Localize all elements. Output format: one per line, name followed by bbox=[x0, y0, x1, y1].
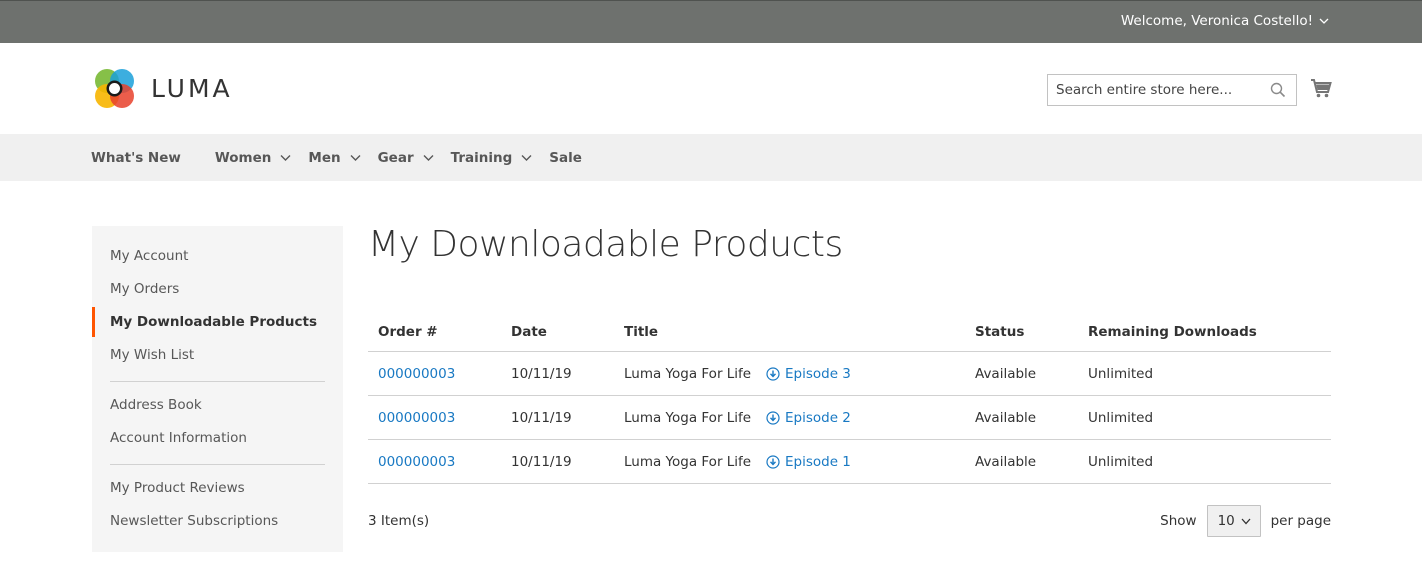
per-page-select[interactable]: 10 bbox=[1206, 505, 1261, 537]
sidebar-divider bbox=[110, 464, 325, 465]
show-label: Show bbox=[1160, 513, 1197, 529]
remaining-downloads: Unlimited bbox=[1088, 453, 1154, 470]
search-box bbox=[1047, 74, 1297, 106]
chevron-down-icon bbox=[521, 154, 532, 161]
logo[interactable]: LUMA bbox=[92, 66, 233, 111]
download-link-label: Episode 1 bbox=[785, 453, 851, 470]
download-status: Available bbox=[975, 453, 1037, 470]
column-header-remaining-downloads: Remaining Downloads bbox=[1088, 324, 1257, 340]
remaining-downloads: Unlimited bbox=[1088, 365, 1154, 382]
product-title: Luma Yoga For Life bbox=[624, 365, 752, 382]
nav-item-label: Sale bbox=[549, 149, 582, 166]
nav-item-label: Gear bbox=[377, 149, 414, 166]
sidebar-item-my-orders[interactable]: My Orders bbox=[92, 276, 343, 309]
sidebar-item-my-account[interactable]: My Account bbox=[92, 243, 343, 276]
download-link[interactable]: Episode 3 bbox=[766, 366, 851, 382]
pager-toolbar: 3 Item(s) Show 10 per page bbox=[368, 504, 1331, 538]
page-title: My Downloadable Products bbox=[368, 224, 843, 265]
table-header: Order # Date Title Status Remaining Down… bbox=[368, 311, 1331, 352]
chevron-down-icon bbox=[423, 154, 434, 161]
chevron-down-icon bbox=[350, 154, 361, 161]
nav-item-women[interactable]: Women bbox=[215, 150, 292, 166]
customer-welcome-menu[interactable]: Welcome, Veronica Costello! bbox=[1121, 13, 1329, 29]
account-sidebar: My Account My Orders My Downloadable Pro… bbox=[92, 226, 343, 552]
sidebar-divider bbox=[110, 381, 325, 382]
download-status: Available bbox=[975, 365, 1037, 382]
luma-logo-icon bbox=[95, 69, 134, 108]
search-input[interactable] bbox=[1048, 75, 1268, 105]
sidebar-item-label: My Account bbox=[110, 248, 189, 264]
cart-icon[interactable] bbox=[1310, 77, 1332, 99]
sidebar-item-label: My Downloadable Products bbox=[110, 314, 318, 330]
nav-item-label: Men bbox=[308, 149, 341, 166]
product-title: Luma Yoga For Life bbox=[624, 409, 752, 426]
order-link[interactable]: 000000003 bbox=[378, 366, 455, 382]
sidebar-item-label: My Product Reviews bbox=[110, 480, 245, 496]
download-icon bbox=[766, 454, 780, 469]
column-header-order: Order # bbox=[378, 324, 438, 340]
limiter: Show 10 per page bbox=[1160, 505, 1331, 537]
nav-item-label: Training bbox=[450, 149, 513, 166]
order-date: 10/11/19 bbox=[511, 365, 572, 382]
search-icon[interactable] bbox=[1270, 82, 1286, 98]
sidebar-item-label: My Wish List bbox=[110, 347, 195, 363]
chevron-down-icon bbox=[1241, 518, 1251, 524]
top-panel: Welcome, Veronica Costello! bbox=[0, 0, 1422, 43]
sidebar-item-my-downloadable-products[interactable]: My Downloadable Products bbox=[92, 307, 343, 342]
chevron-down-icon bbox=[1319, 18, 1329, 24]
table-row: 000000003 10/11/19 Luma Yoga For Life Ep… bbox=[368, 352, 1331, 396]
download-link[interactable]: Episode 1 bbox=[766, 454, 851, 470]
order-date: 10/11/19 bbox=[511, 453, 572, 470]
sidebar-item-my-product-reviews[interactable]: My Product Reviews bbox=[92, 475, 343, 508]
download-link-label: Episode 3 bbox=[785, 365, 851, 382]
per-page-label: per page bbox=[1270, 513, 1331, 529]
column-header-title: Title bbox=[624, 324, 659, 340]
nav-item-sale[interactable]: Sale bbox=[549, 150, 582, 166]
download-icon bbox=[766, 410, 780, 425]
sidebar-item-newsletter-subscriptions[interactable]: Newsletter Subscriptions bbox=[92, 508, 343, 541]
order-link[interactable]: 000000003 bbox=[378, 410, 455, 426]
sidebar-item-label: Account Information bbox=[110, 430, 247, 446]
nav-item-gear[interactable]: Gear bbox=[378, 150, 434, 166]
order-link[interactable]: 000000003 bbox=[378, 454, 455, 470]
product-title: Luma Yoga For Life bbox=[624, 453, 752, 470]
table-row: 000000003 10/11/19 Luma Yoga For Life Ep… bbox=[368, 440, 1331, 484]
remaining-downloads: Unlimited bbox=[1088, 409, 1154, 426]
sidebar-item-account-information[interactable]: Account Information bbox=[92, 425, 343, 458]
sidebar-item-label: Address Book bbox=[110, 397, 202, 413]
column-header-status: Status bbox=[975, 324, 1025, 340]
per-page-value: 10 bbox=[1217, 513, 1235, 529]
order-date: 10/11/19 bbox=[511, 409, 572, 426]
nav-items: What's New Women Men Gear Training Sale bbox=[91, 134, 616, 181]
nav-item-label: Women bbox=[214, 149, 272, 166]
main-navigation: What's New Women Men Gear Training Sale bbox=[0, 134, 1422, 181]
sidebar-item-label: Newsletter Subscriptions bbox=[110, 513, 279, 529]
page-header: LUMA bbox=[0, 43, 1422, 134]
column-header-date: Date bbox=[511, 324, 547, 340]
nav-item-training[interactable]: Training bbox=[451, 150, 533, 166]
nav-item-men[interactable]: Men bbox=[308, 149, 361, 166]
download-icon bbox=[766, 366, 780, 381]
sidebar-item-address-book[interactable]: Address Book bbox=[92, 392, 343, 425]
nav-item-label: What's New bbox=[91, 149, 181, 166]
download-status: Available bbox=[975, 409, 1037, 426]
welcome-text: Welcome, Veronica Costello! bbox=[1120, 13, 1313, 29]
item-count: 3 Item(s) bbox=[368, 513, 430, 529]
nav-item-whats-new[interactable]: What's New bbox=[91, 150, 181, 166]
table-row: 000000003 10/11/19 Luma Yoga For Life Ep… bbox=[368, 396, 1331, 440]
download-link-label: Episode 2 bbox=[785, 409, 851, 426]
chevron-down-icon bbox=[280, 154, 291, 161]
downloadable-products-table: Order # Date Title Status Remaining Down… bbox=[368, 311, 1331, 484]
download-link[interactable]: Episode 2 bbox=[766, 410, 851, 426]
sidebar-item-label: My Orders bbox=[110, 281, 180, 297]
logo-text: LUMA bbox=[151, 74, 233, 103]
sidebar-item-my-wish-list[interactable]: My Wish List bbox=[92, 342, 343, 375]
